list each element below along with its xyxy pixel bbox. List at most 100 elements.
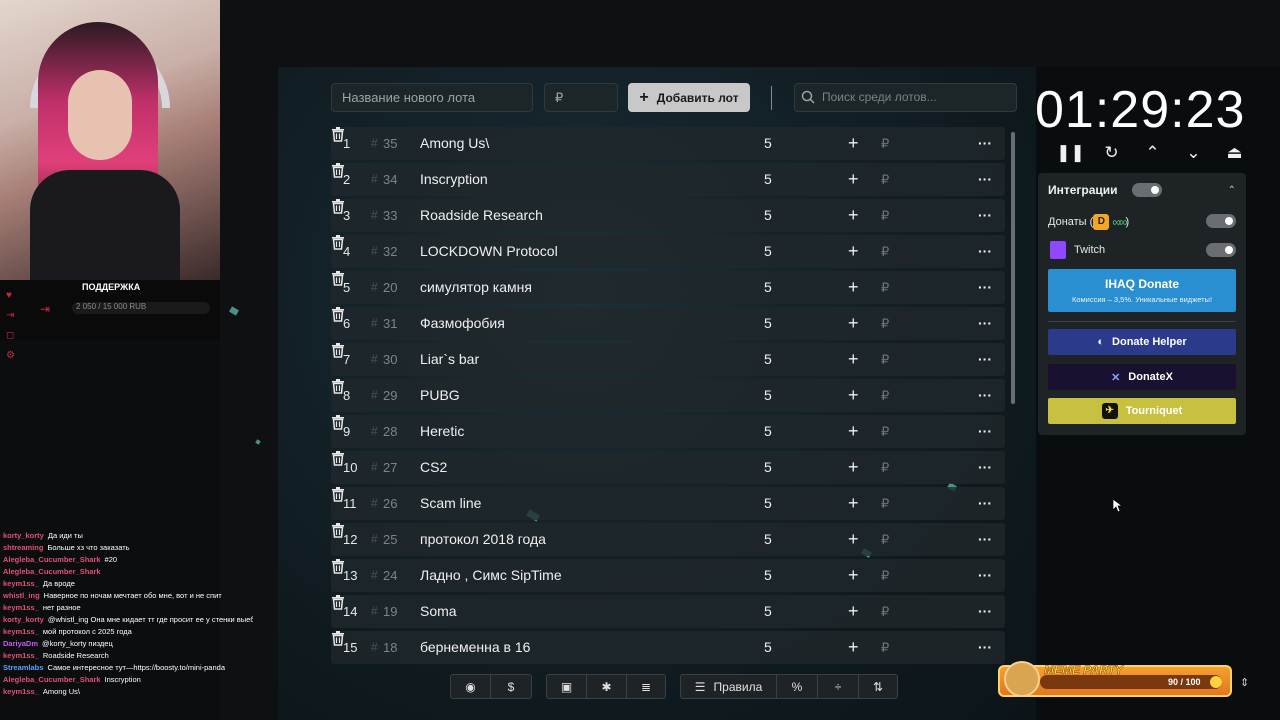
more-options-button[interactable]: ··· xyxy=(978,127,992,160)
lot-row[interactable]: 1 #35 Among Us\ 5 + ₽ ··· xyxy=(331,127,1005,160)
lot-amount[interactable]: 5 xyxy=(764,235,772,268)
lot-amount[interactable]: 5 xyxy=(764,199,772,232)
lot-row[interactable]: 6 #31 Фазмофобия 5 + ₽ ··· xyxy=(331,307,1005,340)
lot-amount[interactable]: 5 xyxy=(764,415,772,448)
lot-row[interactable]: 2 #34 Inscryption 5 + ₽ ··· xyxy=(331,163,1005,196)
pause-icon[interactable]: ❚❚ xyxy=(1050,143,1091,163)
lot-amount[interactable]: 5 xyxy=(764,271,772,304)
lot-amount[interactable]: 5 xyxy=(764,343,772,376)
add-amount-button[interactable]: + xyxy=(848,595,859,628)
lot-amount[interactable]: 5 xyxy=(764,523,772,556)
add-amount-button[interactable]: + xyxy=(848,163,859,196)
ruble-input[interactable]: ₽ xyxy=(881,379,889,412)
ruble-input[interactable]: ₽ xyxy=(881,271,889,304)
lot-amount[interactable]: 5 xyxy=(764,451,772,484)
add-amount-button[interactable]: + xyxy=(848,271,859,304)
lot-amount[interactable]: 5 xyxy=(764,307,772,340)
ruble-input[interactable]: ₽ xyxy=(881,199,889,232)
add-amount-button[interactable]: + xyxy=(848,127,859,160)
lot-amount[interactable]: 5 xyxy=(764,559,772,592)
twitch-toggle[interactable] xyxy=(1206,243,1236,257)
add-amount-button[interactable]: + xyxy=(848,523,859,556)
more-options-button[interactable]: ··· xyxy=(978,271,992,304)
add-amount-button[interactable]: + xyxy=(848,235,859,268)
lot-name[interactable]: бернеменна в 16 xyxy=(420,631,530,664)
lot-name[interactable]: Roadside Research xyxy=(420,199,543,232)
tourniquet-button[interactable]: ✈ Tourniquet xyxy=(1048,398,1236,424)
lot-amount[interactable]: 5 xyxy=(764,127,772,160)
more-options-button[interactable]: ··· xyxy=(978,631,992,664)
lot-row[interactable]: 5 #20 симулятор камня 5 + ₽ ··· xyxy=(331,271,1005,304)
lot-row[interactable]: 15 #18 бернеменна в 16 5 + ₽ ··· xyxy=(331,631,1005,664)
lot-amount[interactable]: 5 xyxy=(764,163,772,196)
donatex-button[interactable]: ✕ DonateX xyxy=(1048,364,1236,390)
more-options-button[interactable]: ··· xyxy=(978,235,992,268)
donate-button[interactable]: $ xyxy=(491,675,531,698)
chevron-up-icon[interactable]: ⌃ xyxy=(1132,143,1173,163)
add-amount-button[interactable]: + xyxy=(848,307,859,340)
add-amount-button[interactable]: + xyxy=(848,487,859,520)
lot-row[interactable]: 13 #24 Ладно , Симс SipTime 5 + ₽ ··· xyxy=(331,559,1005,592)
lot-name[interactable]: Фазмофобия xyxy=(420,307,505,340)
lot-row[interactable]: 10 #27 CS2 5 + ₽ ··· xyxy=(331,451,1005,484)
add-amount-button[interactable]: + xyxy=(848,199,859,232)
add-amount-button[interactable]: + xyxy=(848,631,859,664)
donate-helper-button[interactable]: ◐ Donate Helper xyxy=(1048,329,1236,355)
ruble-input[interactable]: ₽ xyxy=(881,235,889,268)
add-amount-button[interactable]: + xyxy=(848,451,859,484)
github-button[interactable]: ◉ xyxy=(451,675,491,698)
add-amount-button[interactable]: + xyxy=(848,415,859,448)
search-input[interactable]: Поиск среди лотов... xyxy=(794,83,1017,112)
lot-row[interactable]: 8 #29 PUBG 5 + ₽ ··· xyxy=(331,379,1005,412)
save-button[interactable]: ▣ xyxy=(547,675,587,698)
more-options-button[interactable]: ··· xyxy=(978,559,992,592)
more-options-button[interactable]: ··· xyxy=(978,523,992,556)
lot-name[interactable]: протокол 2018 года xyxy=(420,523,546,556)
ruble-input[interactable]: ₽ xyxy=(881,343,889,376)
add-lot-button[interactable]: + Добавить лот xyxy=(628,83,750,112)
lot-name[interactable]: Inscryption xyxy=(420,163,488,196)
add-amount-button[interactable]: + xyxy=(848,343,859,376)
lot-name[interactable]: CS2 xyxy=(420,451,447,484)
more-options-button[interactable]: ··· xyxy=(978,199,992,232)
lot-name[interactable]: симулятор камня xyxy=(420,271,532,304)
ruble-input[interactable]: ₽ xyxy=(881,631,889,664)
lot-row[interactable]: 11 #26 Scam line 5 + ₽ ··· xyxy=(331,487,1005,520)
lot-name[interactable]: Scam line xyxy=(420,487,481,520)
clear-button[interactable]: ≣ xyxy=(627,675,665,698)
bug-button[interactable]: ✱ xyxy=(587,675,627,698)
lot-row[interactable]: 3 #33 Roadside Research 5 + ₽ ··· xyxy=(331,199,1005,232)
lot-name[interactable]: LOCKDOWN Protocol xyxy=(420,235,558,268)
ruble-input[interactable]: ₽ xyxy=(881,415,889,448)
more-options-button[interactable]: ··· xyxy=(978,307,992,340)
integrations-toggle[interactable] xyxy=(1132,183,1162,197)
lot-row[interactable]: 9 #28 Heretic 5 + ₽ ··· xyxy=(331,415,1005,448)
rules-button[interactable]: ☰ Правила xyxy=(681,675,777,698)
lot-row[interactable]: 14 #19 Soma 5 + ₽ ··· xyxy=(331,595,1005,628)
lot-row[interactable]: 7 #30 Liar`s bar 5 + ₽ ··· xyxy=(331,343,1005,376)
donations-toggle[interactable] xyxy=(1206,214,1236,228)
chevron-down-icon[interactable]: ⌄ xyxy=(1173,143,1214,163)
more-options-button[interactable]: ··· xyxy=(978,343,992,376)
price-input[interactable]: ₽ xyxy=(544,83,618,112)
ruble-input[interactable]: ₽ xyxy=(881,127,889,160)
lot-name[interactable]: Liar`s bar xyxy=(420,343,479,376)
lot-row[interactable]: 4 #32 LOCKDOWN Protocol 5 + ₽ ··· xyxy=(331,235,1005,268)
more-options-button[interactable]: ··· xyxy=(978,163,992,196)
add-amount-button[interactable]: + xyxy=(848,559,859,592)
ruble-input[interactable]: ₽ xyxy=(881,163,889,196)
lot-amount[interactable]: 5 xyxy=(764,487,772,520)
new-lot-input[interactable]: Название нового лота xyxy=(331,83,533,112)
more-options-button[interactable]: ··· xyxy=(978,487,992,520)
more-options-button[interactable]: ··· xyxy=(978,595,992,628)
sort-button[interactable]: ⇅ xyxy=(859,675,897,698)
list-scrollbar[interactable] xyxy=(1011,132,1015,404)
lot-name[interactable]: Soma xyxy=(420,595,457,628)
lot-name[interactable]: Among Us\ xyxy=(420,127,489,160)
more-options-button[interactable]: ··· xyxy=(978,415,992,448)
lot-amount[interactable]: 5 xyxy=(764,379,772,412)
lot-name[interactable]: Heretic xyxy=(420,415,464,448)
ruble-input[interactable]: ₽ xyxy=(881,307,889,340)
ruble-input[interactable]: ₽ xyxy=(881,451,889,484)
percent-button[interactable]: % xyxy=(777,675,818,698)
